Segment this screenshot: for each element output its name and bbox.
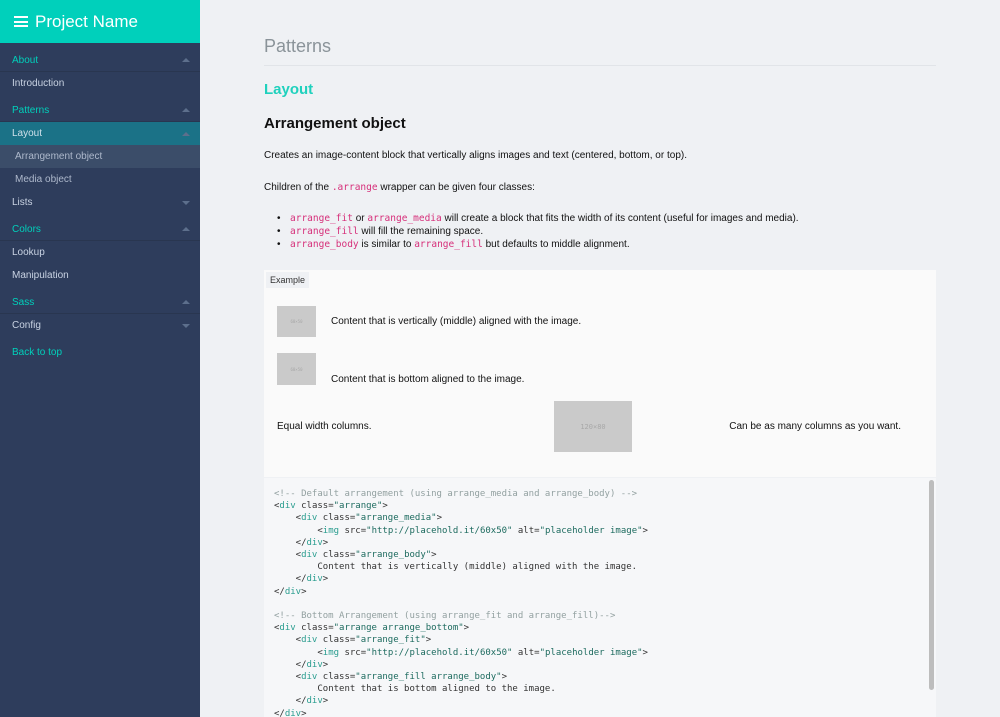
sidebar-item-label: Introduction [12, 78, 65, 89]
list-item: arrange_fit or arrange_media will create… [276, 212, 799, 225]
text: will fill the remaining space. [358, 226, 484, 237]
text: wrapper can be given four classes: [377, 182, 535, 193]
divider [264, 65, 936, 66]
inline-code: arrange_media [367, 213, 442, 224]
children-text: Children of the .arrange wrapper can be … [264, 182, 535, 193]
text: but defaults to middle alignment. [482, 239, 630, 250]
example-label: Example [266, 272, 310, 288]
example-panel: Example 60×50 Content that is vertically… [264, 270, 936, 477]
inline-code: arrange_body [290, 239, 359, 250]
code-value: "http://placehold.it/60x50" [366, 647, 513, 658]
sidebar-item-arrangement-object[interactable]: Arrangement object [0, 145, 200, 168]
code-value: "arrange_body" [355, 550, 432, 561]
code-value: "arrange arrange_bottom" [333, 623, 464, 634]
text: is similar to [358, 239, 415, 250]
hamburger-icon[interactable] [14, 16, 28, 27]
code-listing: <!-- Default arrangement (using arrange_… [274, 489, 648, 717]
placeholder-image: 60×50 [277, 353, 316, 385]
sidebar-item-lookup[interactable]: Lookup [0, 241, 200, 264]
text: or [352, 213, 368, 224]
code-value: "http://placehold.it/60x50" [366, 525, 513, 536]
code-value: "arrange" [333, 501, 383, 512]
sidebar-item-label: Layout [12, 128, 43, 139]
list-item: arrange_body is similar to arrange_fill … [276, 238, 799, 251]
code-value: "arrange_fill arrange_body" [355, 672, 502, 683]
placeholder-text: 120×80 [580, 422, 606, 431]
sidebar: Project Name About Introduction Patterns… [0, 0, 200, 717]
chevron-down-icon[interactable] [182, 323, 190, 328]
code-value: "placeholder image" [539, 647, 643, 658]
brand-header[interactable]: Project Name [0, 0, 200, 43]
chevron-up-icon[interactable] [182, 131, 190, 136]
sidebar-section-patterns[interactable]: Patterns [0, 99, 200, 122]
sidebar-item-label: Manipulation [12, 270, 69, 281]
code-text: Content that is vertically (middle) alig… [317, 562, 638, 573]
chevron-up-icon[interactable] [182, 300, 190, 304]
sidebar-item-label: Patterns [12, 104, 50, 116]
example-col-right: Can be as many columns as you want. [729, 421, 901, 432]
sidebar-item-layout[interactable]: Layout [0, 122, 200, 145]
code-comment: <!-- Default arrangement (using arrange_… [274, 489, 638, 499]
sidebar-item-label: Lists [12, 197, 33, 208]
code-scrollbar[interactable] [929, 480, 934, 690]
sidebar-item-config[interactable]: Config [0, 314, 200, 337]
inline-code: arrange_fit [290, 213, 353, 224]
sidebar-item-label: Config [12, 320, 41, 331]
placeholder-text: 60×50 [290, 319, 303, 324]
text: will create a block that fits the width … [441, 213, 799, 224]
sidebar-item-media-object[interactable]: Media object [0, 168, 200, 191]
sidebar-item-label: Lookup [12, 247, 45, 258]
sidebar-item-label: Colors [12, 223, 41, 235]
list-item: arrange_fill will fill the remaining spa… [276, 225, 799, 238]
text: Children of the [264, 182, 332, 193]
page-title: Patterns [264, 36, 332, 56]
sidebar-item-lists[interactable]: Lists [0, 191, 200, 214]
code-value: "arrange_fit" [355, 635, 426, 646]
example-col-left: Equal width columns. [277, 421, 372, 432]
inline-code: .arrange [331, 182, 378, 193]
sidebar-item-label: About [12, 54, 39, 66]
back-to-top-link[interactable]: Back to top [0, 341, 200, 364]
code-comment: <!-- Bottom Arrangement (using arrange_f… [274, 611, 616, 622]
code-value: "placeholder image" [539, 525, 643, 536]
section-title: Layout [264, 81, 314, 98]
inline-code: arrange_fill [290, 226, 359, 237]
pattern-heading: Arrangement object [264, 115, 406, 132]
sidebar-section-colors[interactable]: Colors [0, 218, 200, 241]
chevron-up-icon[interactable] [182, 58, 190, 62]
sidebar-section-sass[interactable]: Sass [0, 291, 200, 314]
chevron-up-icon[interactable] [182, 227, 190, 231]
sidebar-item-manipulation[interactable]: Manipulation [0, 264, 200, 287]
intro-text: Creates an image-content block that vert… [264, 150, 687, 161]
sidebar-item-label: Arrangement object [15, 151, 103, 162]
project-name: Project Name [35, 11, 138, 31]
sidebar-item-introduction[interactable]: Introduction [0, 72, 200, 95]
sidebar-item-label: Media object [15, 174, 72, 185]
chevron-up-icon[interactable] [182, 108, 190, 112]
class-list: arrange_fit or arrange_media will create… [276, 212, 799, 251]
sidebar-item-label: Back to top [12, 347, 63, 358]
placeholder-image: 60×50 [277, 306, 316, 337]
chevron-down-icon[interactable] [182, 200, 190, 205]
code-value: "arrange_media" [355, 513, 437, 524]
sidebar-section-about[interactable]: About [0, 49, 200, 72]
code-text: Content that is bottom aligned to the im… [317, 684, 556, 695]
example-text-bottom: Content that is bottom aligned to the im… [331, 374, 525, 385]
sidebar-nav: About Introduction Patterns Layout Arran… [0, 43, 200, 364]
inline-code: arrange_fill [414, 239, 483, 250]
sidebar-item-label: Sass [12, 296, 35, 308]
code-block[interactable]: <!-- Default arrangement (using arrange_… [264, 478, 936, 717]
example-text-middle: Content that is vertically (middle) alig… [331, 316, 582, 327]
placeholder-image-large: 120×80 [554, 401, 632, 452]
placeholder-text: 60×50 [290, 366, 303, 372]
